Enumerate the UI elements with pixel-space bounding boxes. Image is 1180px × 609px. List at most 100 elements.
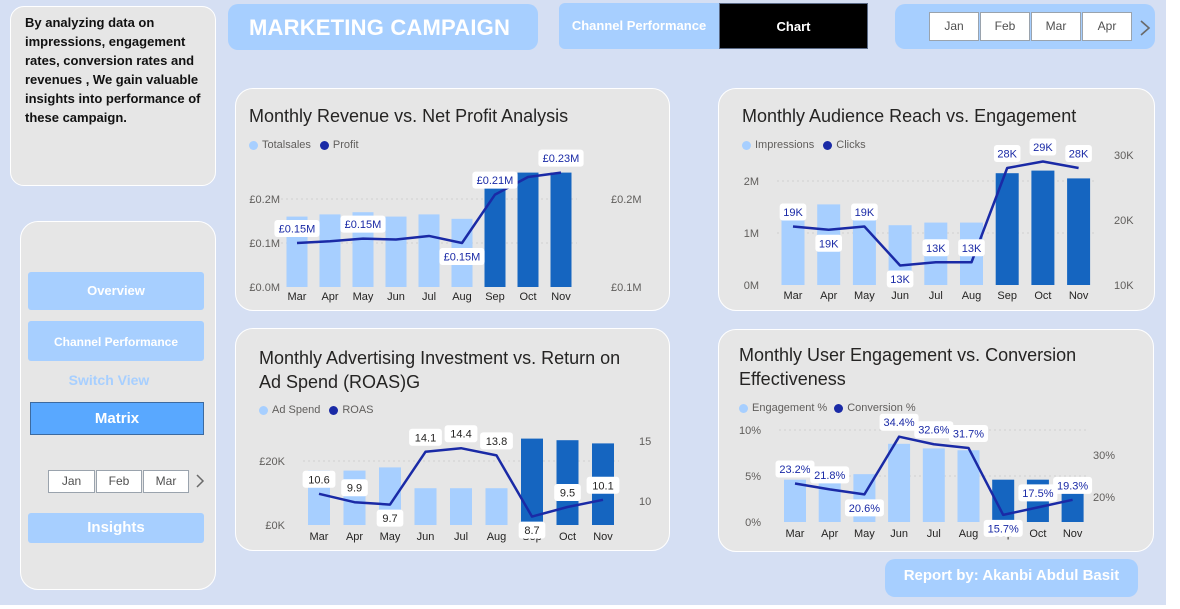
bar[interactable] <box>343 470 366 525</box>
x-tick-label: Apr <box>321 291 338 303</box>
bar[interactable] <box>319 214 341 287</box>
y-tick-label: 5% <box>745 471 761 483</box>
data-label: 9.9 <box>347 483 362 495</box>
switch-view-label: Switch View <box>68 372 150 388</box>
data-label: 10.1 <box>592 480 613 492</box>
x-tick-label: Oct <box>1029 528 1046 540</box>
revenue-profit-card: Monthly Revenue vs. Net Profit Analysis … <box>235 88 670 311</box>
bar[interactable] <box>517 172 539 287</box>
ad-spend-roas-chart: £0K£20K1015MarAprMayJunJulAugSepOctNov10… <box>259 425 651 543</box>
bar[interactable] <box>1067 178 1091 285</box>
sidebar-month-mar[interactable]: Mar <box>143 470 189 493</box>
x-tick-label: May <box>854 528 875 540</box>
data-label: 10.6 <box>308 474 329 486</box>
data-label: £0.15M <box>279 224 316 236</box>
x-tick-label: Jun <box>387 291 405 303</box>
x-tick-label: Apr <box>821 528 838 540</box>
y2-tick-label: 10 <box>639 496 651 508</box>
data-label: 28K <box>1069 149 1089 161</box>
sidebar-month-jan[interactable]: Jan <box>48 470 95 493</box>
audience-reach-card: Monthly Audience Reach vs. Engagement Im… <box>718 88 1155 311</box>
x-tick-label: Apr <box>346 531 363 543</box>
data-label: 19.3% <box>1057 480 1088 492</box>
x-tick-label: Mar <box>310 531 329 543</box>
revenue-profit-chart: £0.0M £0.1M £0.2M £0.1M £0.2M Mar Apr May Jun Jul… <box>249 149 642 303</box>
data-label: 14.4 <box>450 429 471 441</box>
bar[interactable] <box>385 216 407 287</box>
x-tick-label: May <box>380 531 401 543</box>
data-label: 13.8 <box>486 436 507 448</box>
y2-tick-label: 20K <box>1114 215 1134 227</box>
data-label: £0.15M <box>444 252 481 264</box>
data-label: 15.7% <box>988 523 1019 535</box>
bar[interactable] <box>1031 170 1055 285</box>
x-tick-label: Jun <box>890 528 908 540</box>
y-tick-label: 1M <box>744 228 759 240</box>
bar[interactable] <box>556 440 579 525</box>
x-tick-label: Jul <box>422 291 436 303</box>
bar[interactable] <box>888 443 911 522</box>
data-label: 19K <box>855 207 875 219</box>
x-tick-label: Nov <box>593 531 613 543</box>
ad-spend-roas-card: Monthly Advertising Investment vs. Retur… <box>235 328 670 551</box>
y-tick-label: 0M <box>744 280 759 292</box>
x-tick-label: Nov <box>551 291 571 303</box>
month-chip-apr[interactable]: Apr <box>1082 12 1132 41</box>
y-tick-label: 2M <box>744 176 759 188</box>
overview-button[interactable]: Overview <box>28 272 204 310</box>
y2-tick-label: 10K <box>1114 280 1134 292</box>
y-tick-label: 10% <box>739 425 761 437</box>
x-tick-label: Jul <box>929 290 943 302</box>
data-label: 19K <box>819 238 839 250</box>
channel-performance-button[interactable]: Channel Performance <box>28 321 204 361</box>
x-tick-label: Jun <box>891 290 909 302</box>
x-tick-label: Nov <box>1069 290 1089 302</box>
data-label: 13K <box>926 243 946 255</box>
chevron-right-icon[interactable] <box>195 473 205 489</box>
month-chip-feb[interactable]: Feb <box>980 12 1030 41</box>
y2-tick-label: 30K <box>1114 150 1134 162</box>
engagement-conversion-chart: 0%5%10%20%30%MarAprMayJunJulAugSepOctNov… <box>739 413 1115 540</box>
data-label: 20.6% <box>849 503 880 515</box>
bar[interactable] <box>414 488 437 525</box>
intro-panel: By analyzing data on impressions, engage… <box>10 6 216 186</box>
x-tick-label: Mar <box>786 528 805 540</box>
matrix-button[interactable]: Matrix <box>30 402 204 435</box>
data-label: 13K <box>890 274 910 286</box>
insights-button[interactable]: Insights <box>28 513 204 543</box>
data-label: £0.15M <box>345 219 382 231</box>
bar[interactable] <box>450 488 472 525</box>
x-tick-label: Aug <box>487 531 507 543</box>
month-chip-mar[interactable]: Mar <box>1031 12 1081 41</box>
data-label: 32.6% <box>918 425 949 437</box>
data-label: 29K <box>1033 142 1053 154</box>
y-tick-label: 0% <box>745 517 761 529</box>
x-tick-label: Aug <box>962 290 982 302</box>
data-label: 23.2% <box>779 464 810 476</box>
y-tick-label: £0.0M <box>249 282 280 294</box>
data-label: 17.5% <box>1022 488 1053 500</box>
tab-channel-performance[interactable]: Channel Performance <box>559 3 719 49</box>
data-label: 9.5 <box>560 488 575 500</box>
bar[interactable] <box>922 448 945 522</box>
y-tick-label: £0.1M <box>249 238 280 250</box>
x-tick-label: Apr <box>820 290 837 302</box>
x-tick-label: Oct <box>1034 290 1051 302</box>
sidebar-month-feb[interactable]: Feb <box>96 470 142 493</box>
y2-tick-label: 20% <box>1093 492 1115 504</box>
x-tick-label: Mar <box>288 291 307 303</box>
bar[interactable] <box>550 172 572 287</box>
bar[interactable] <box>485 488 508 525</box>
y-tick-label: £0K <box>265 520 285 532</box>
x-tick-label: May <box>854 290 875 302</box>
x-tick-label: Nov <box>1063 528 1083 540</box>
chevron-right-icon[interactable] <box>1139 19 1151 37</box>
bar[interactable] <box>521 438 543 525</box>
tab-chart[interactable]: Chart <box>719 3 868 49</box>
bar[interactable] <box>418 214 440 287</box>
month-chip-jan[interactable]: Jan <box>929 12 979 41</box>
data-label: 34.4% <box>883 417 914 429</box>
dashboard-canvas: By analyzing data on impressions, engage… <box>0 0 1166 605</box>
report-author-badge: Report by: Akanbi Abdul Basit <box>885 559 1138 597</box>
sidebar-nav: Overview Channel Performance Switch View… <box>20 221 216 590</box>
